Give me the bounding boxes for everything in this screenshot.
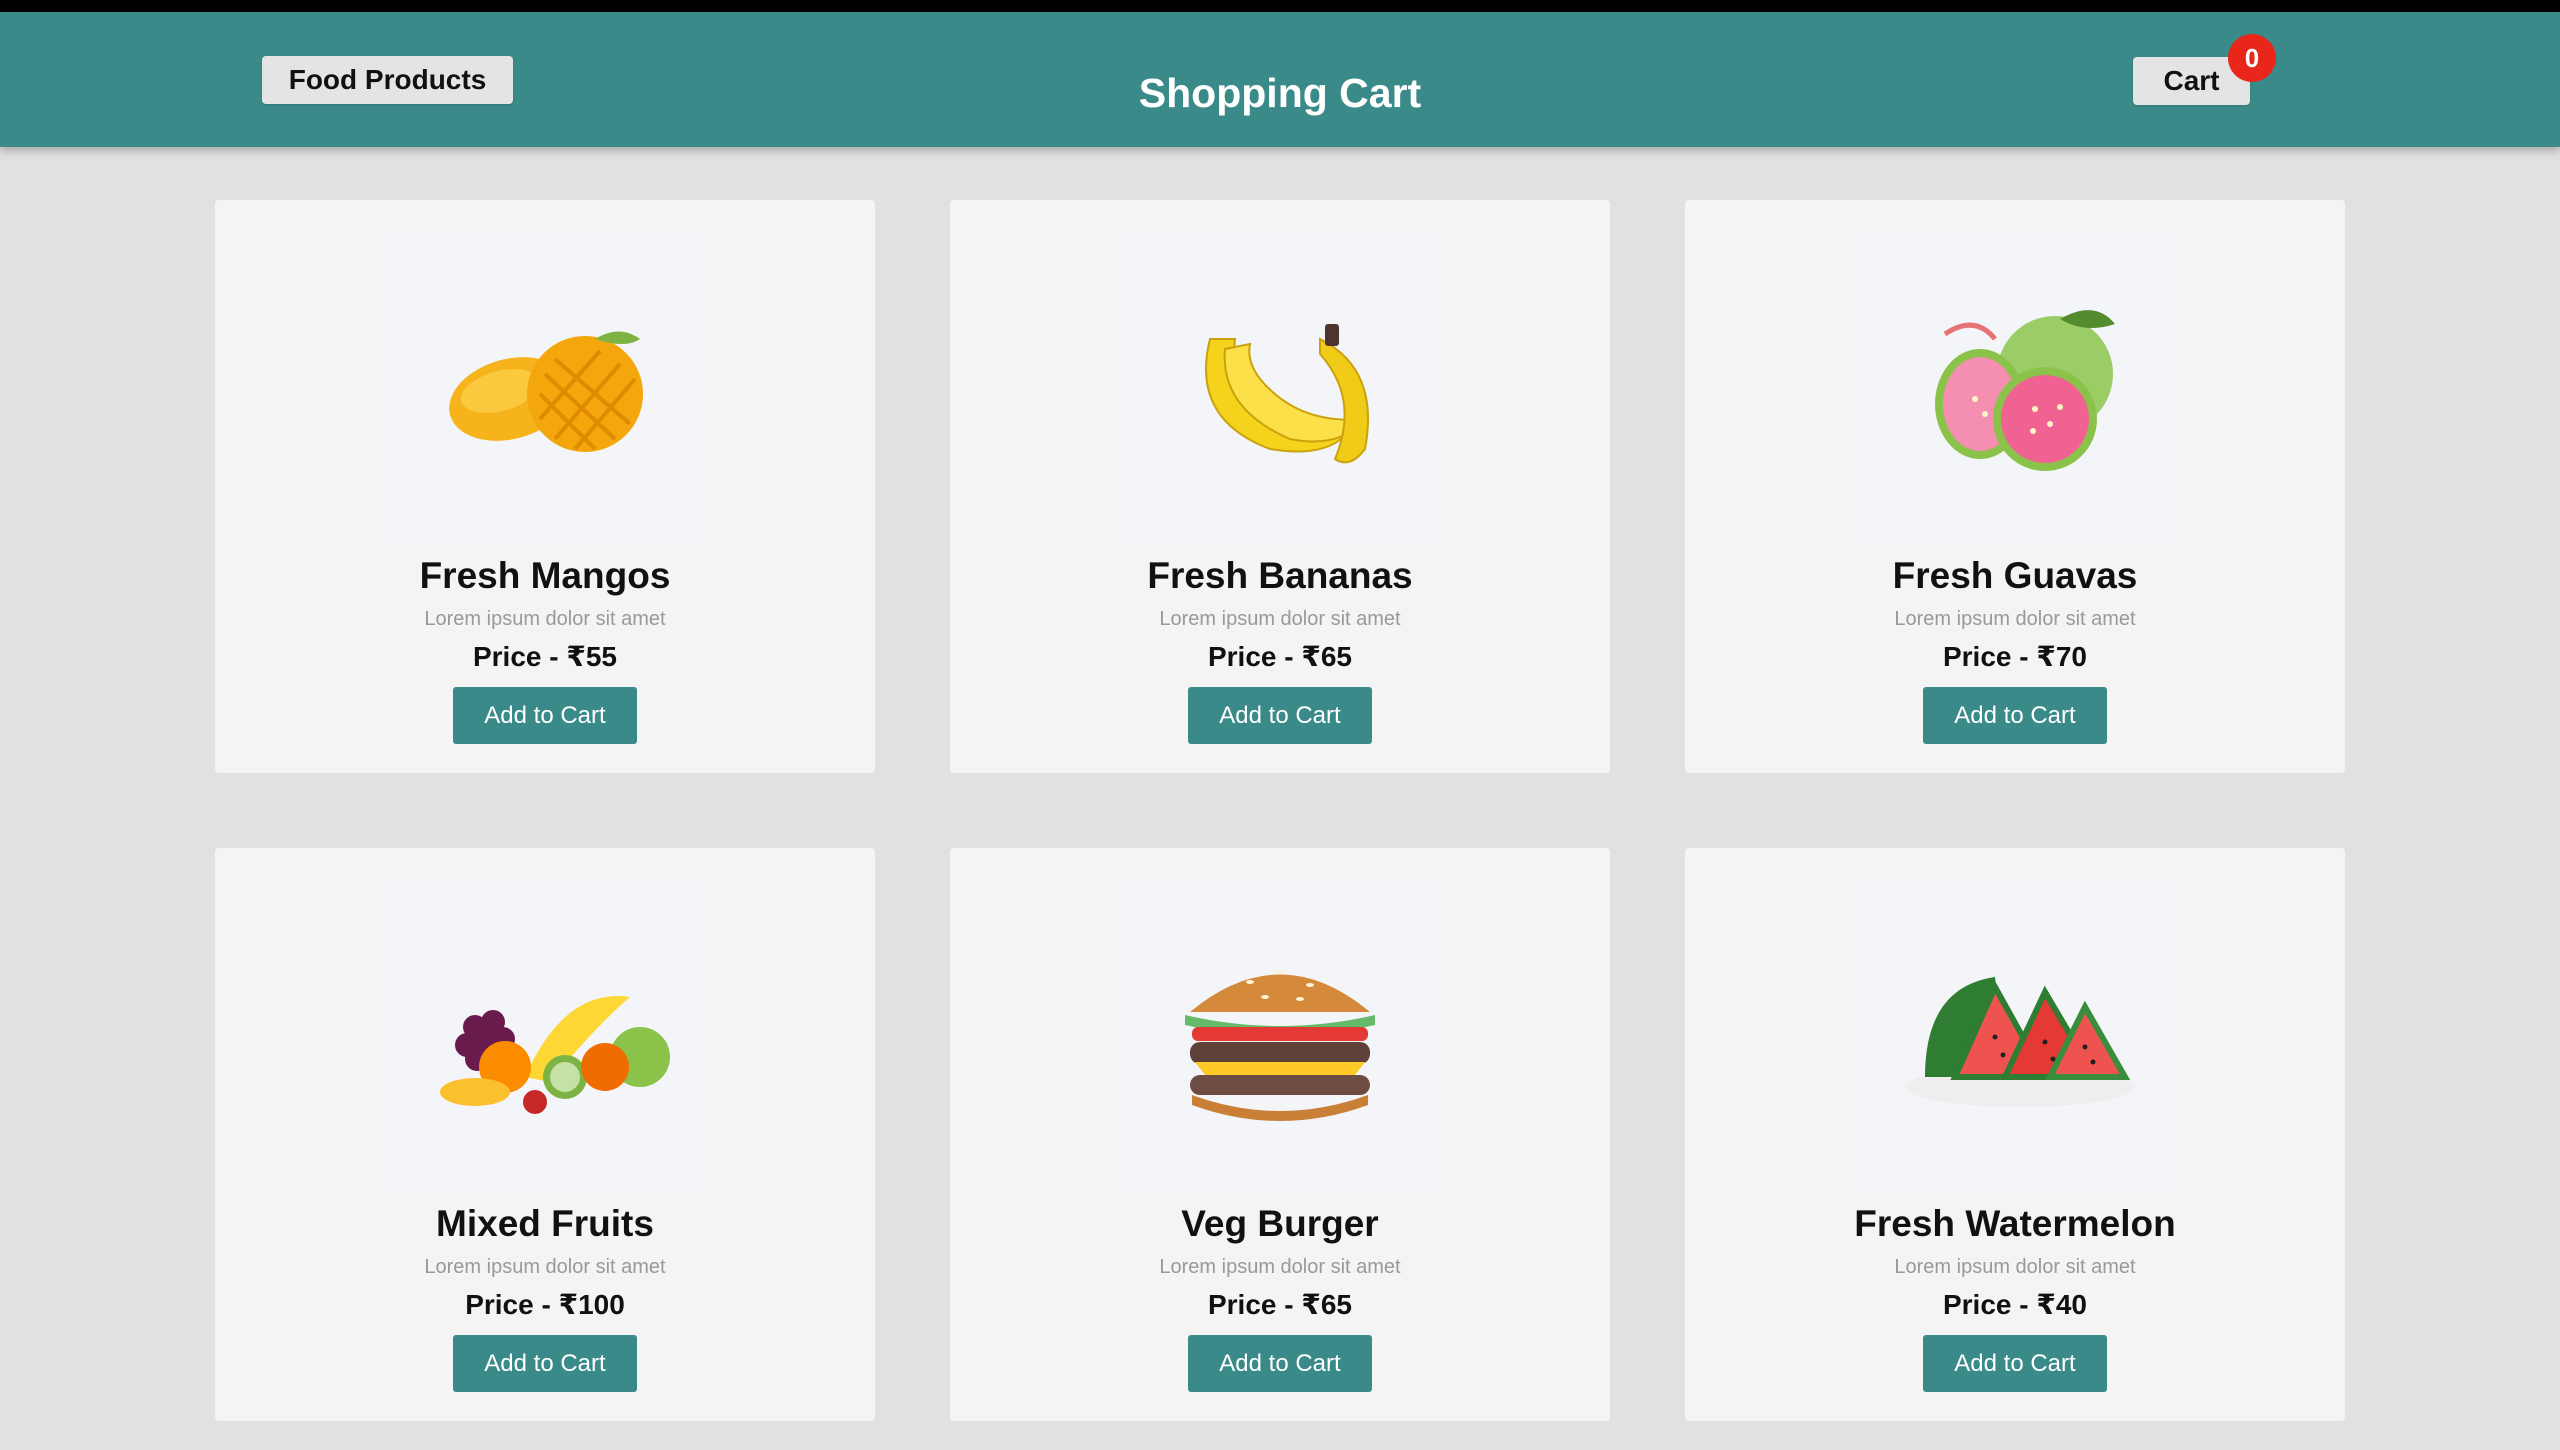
- add-to-cart-button[interactable]: Add to Cart: [453, 687, 637, 744]
- product-description: Lorem ipsum dolor sit amet: [424, 1256, 666, 1278]
- add-to-cart-button[interactable]: Add to Cart: [1923, 687, 2107, 744]
- product-name: Fresh Guavas: [1892, 555, 2138, 596]
- food-products-button[interactable]: Food Products: [262, 56, 513, 104]
- guava-image: [1853, 230, 2177, 548]
- add-to-cart-button[interactable]: Add to Cart: [1923, 1335, 2107, 1392]
- window-top-strip: [0, 0, 2560, 12]
- product-card: Fresh Watermelon Lorem ipsum dolor sit a…: [1685, 848, 2345, 1421]
- product-name: Mixed Fruits: [436, 1203, 654, 1244]
- product-description: Lorem ipsum dolor sit amet: [1159, 608, 1401, 630]
- product-price: Price - ₹100: [465, 1289, 625, 1320]
- product-description: Lorem ipsum dolor sit amet: [1159, 1256, 1401, 1278]
- product-name: Fresh Mangos: [419, 555, 671, 596]
- watermelon-image: [1853, 878, 2177, 1196]
- product-price: Price - ₹55: [472, 641, 617, 672]
- mango-image: [383, 230, 707, 548]
- burger-image: [1118, 878, 1442, 1196]
- product-card: Fresh Bananas Lorem ipsum dolor sit amet…: [950, 200, 1610, 773]
- add-to-cart-button[interactable]: Add to Cart: [1188, 687, 1372, 744]
- page-title: Shopping Cart: [1138, 70, 1422, 116]
- product-card: Veg Burger Lorem ipsum dolor sit amet Pr…: [950, 848, 1610, 1421]
- product-card: Fresh Mangos Lorem ipsum dolor sit amet …: [215, 200, 875, 773]
- product-price: Price - ₹70: [1942, 641, 2087, 672]
- add-to-cart-button[interactable]: Add to Cart: [453, 1335, 637, 1392]
- product-card: Mixed Fruits Lorem ipsum dolor sit amet …: [215, 848, 875, 1421]
- product-price: Price - ₹40: [1942, 1289, 2087, 1320]
- product-description: Lorem ipsum dolor sit amet: [424, 608, 666, 630]
- product-description: Lorem ipsum dolor sit amet: [1894, 608, 2136, 630]
- product-name: Fresh Bananas: [1147, 555, 1413, 596]
- cart-count-badge: 0: [2228, 34, 2276, 82]
- product-description: Lorem ipsum dolor sit amet: [1894, 1256, 2136, 1278]
- banana-image: [1118, 230, 1442, 548]
- product-name: Veg Burger: [1181, 1203, 1379, 1244]
- navbar: Food Products Shopping Cart Cart 0: [0, 12, 2560, 147]
- product-card: Fresh Guavas Lorem ipsum dolor sit amet …: [1685, 200, 2345, 773]
- add-to-cart-button[interactable]: Add to Cart: [1188, 1335, 1372, 1392]
- product-name: Fresh Watermelon: [1854, 1203, 2176, 1244]
- product-price: Price - ₹65: [1207, 641, 1352, 672]
- mixed-fruits-image: [383, 878, 707, 1196]
- product-price: Price - ₹65: [1207, 1289, 1352, 1320]
